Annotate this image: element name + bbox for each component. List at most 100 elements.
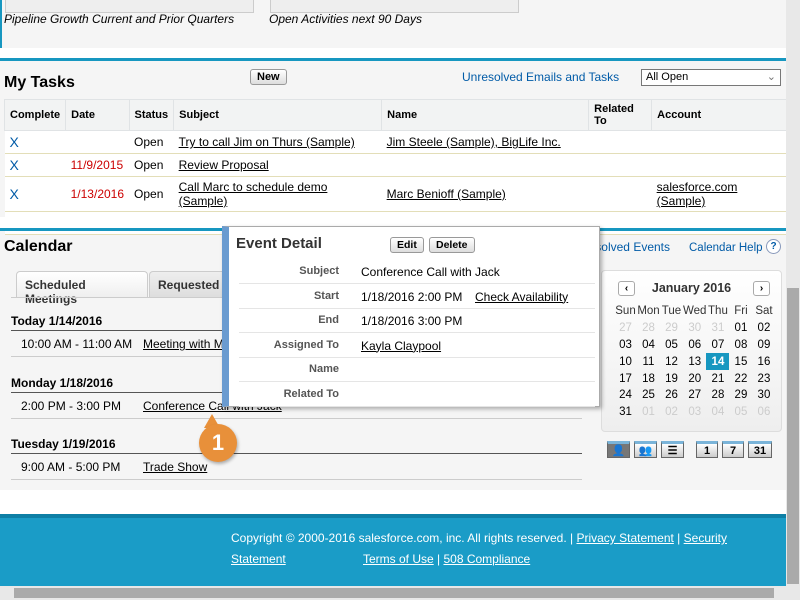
calendar-day[interactable]: 13 — [683, 353, 706, 370]
scrollbar-thumb[interactable] — [787, 288, 799, 584]
calendar-day[interactable]: 26 — [660, 387, 683, 404]
weekday-label: Fri — [734, 305, 748, 318]
single-user-view-button[interactable]: 👤 — [607, 441, 630, 458]
event-time: 2:00 PM - 3:00 PM — [21, 399, 122, 413]
event-detail-title: Event Detail — [236, 235, 322, 252]
calendar-day[interactable]: 04 — [637, 337, 660, 354]
calendar-day[interactable]: 31 — [614, 404, 637, 421]
calendar-day[interactable]: 01 — [637, 404, 660, 421]
calendar-day[interactable]: 20 — [683, 370, 706, 387]
calendar-day[interactable]: 05 — [729, 404, 752, 421]
selected-day[interactable]: 14 — [706, 353, 730, 371]
calendar-day[interactable]: 19 — [660, 370, 683, 387]
calendar-day[interactable]: 07 — [706, 337, 729, 354]
calendar-day[interactable]: 01 — [729, 320, 752, 337]
calendar-day[interactable]: 06 — [683, 337, 706, 354]
unresolved-emails-link[interactable]: Unresolved Emails and Tasks — [462, 70, 619, 84]
horizontal-scrollbar[interactable] — [0, 586, 800, 600]
calendar-day[interactable]: 10 — [614, 353, 637, 370]
column-header[interactable]: Name — [381, 99, 590, 131]
calendar-day[interactable]: 29 — [729, 387, 752, 404]
tab-requested[interactable]: Requested — [149, 271, 229, 298]
task-date — [65, 130, 130, 154]
compliance-link[interactable]: 508 Compliance — [443, 552, 530, 566]
detail-value: Conference Call with Jack — [361, 265, 500, 279]
weekday-label: Thu — [708, 305, 728, 318]
calendar-help-link[interactable]: Calendar Help — [689, 242, 763, 254]
calendar-day[interactable]: 09 — [752, 337, 775, 354]
complete-task-link[interactable]: X — [10, 186, 19, 202]
calendar-day[interactable]: 27 — [683, 387, 706, 404]
delete-button[interactable]: Delete — [429, 237, 475, 253]
calendar-day[interactable]: 05 — [660, 337, 683, 354]
week-row: 24 25 26 27 28 29 30 — [614, 387, 775, 404]
task-subject-link[interactable]: Review Proposal — [179, 158, 269, 172]
calendar-day[interactable]: 21 — [706, 370, 729, 387]
month-view-button[interactable]: 31 — [748, 441, 772, 458]
calendar-day[interactable]: 03 — [614, 337, 637, 354]
column-header[interactable]: Date — [65, 99, 130, 131]
week-view-button[interactable]: 7 — [722, 441, 744, 458]
scrollbar-thumb[interactable] — [14, 588, 774, 598]
list-view-button[interactable]: ☰ — [661, 441, 684, 458]
calendar-day[interactable]: 17 — [614, 370, 637, 387]
detail-row: Name — [239, 357, 595, 382]
detail-value[interactable]: Kayla Claypool — [361, 339, 441, 353]
calendar-day[interactable]: 22 — [729, 370, 752, 387]
column-header[interactable]: Complete — [3, 99, 67, 131]
help-icon[interactable]: ? — [766, 239, 781, 254]
calendar-day[interactable]: 04 — [706, 404, 729, 421]
calendar-day[interactable]: 31 — [706, 320, 729, 337]
next-month-button[interactable]: › — [753, 281, 770, 296]
calendar-day[interactable]: 30 — [752, 387, 775, 404]
event-subject-link[interactable]: Meeting with M — [143, 337, 224, 351]
new-task-button[interactable]: New — [250, 69, 287, 85]
multi-user-view-button[interactable]: 👥 — [634, 441, 657, 458]
calendar-day[interactable]: 06 — [752, 404, 775, 421]
task-subject-link[interactable]: Call Marc to schedule demo (Sample) — [179, 180, 328, 208]
calendar-day[interactable]: 27 — [614, 320, 637, 337]
task-name-link[interactable]: Marc Benioff (Sample) — [387, 187, 506, 201]
complete-task-link[interactable]: X — [10, 157, 19, 173]
calendar-day[interactable]: 08 — [729, 337, 752, 354]
vertical-scrollbar[interactable] — [786, 0, 800, 586]
task-name-link[interactable]: Jim Steele (Sample), BigLife Inc. — [387, 135, 561, 149]
task-filter-select[interactable]: All Open ⌄ — [641, 69, 781, 86]
column-header[interactable]: Subject — [173, 99, 383, 131]
task-account-link[interactable]: salesforce.com (Sample) — [657, 180, 738, 208]
terms-link[interactable]: Terms of Use — [363, 552, 434, 566]
calendar-day[interactable]: 28 — [706, 387, 729, 404]
calendar-day[interactable]: 16 — [752, 353, 775, 370]
column-header[interactable]: Status — [128, 99, 175, 131]
calendar-day[interactable]: 02 — [752, 320, 775, 337]
privacy-link[interactable]: Privacy Statement — [576, 531, 673, 545]
calendar-day[interactable]: 30 — [683, 320, 706, 337]
check-availability-link[interactable]: Check Availability — [475, 290, 568, 304]
edit-button[interactable]: Edit — [390, 237, 424, 253]
calendar-day[interactable]: 12 — [660, 353, 683, 370]
weekday-label: Sat — [755, 305, 773, 318]
calendar-day[interactable]: 03 — [683, 404, 706, 421]
event-subject-link[interactable]: Trade Show — [143, 460, 207, 474]
tab-scheduled-meetings[interactable]: Scheduled Meetings — [16, 271, 148, 306]
calendar-day[interactable]: 24 — [614, 387, 637, 404]
calendar-day[interactable]: 11 — [637, 353, 660, 370]
week-row: 10 11 12 13 14 15 16 — [614, 353, 775, 371]
day-view-button[interactable]: 1 — [696, 441, 718, 458]
task-subject-link[interactable]: Try to call Jim on Thurs (Sample) — [179, 135, 355, 149]
calendar-day[interactable]: 18 — [637, 370, 660, 387]
detail-row: End 1/18/2016 3:00 PM — [239, 308, 595, 333]
column-header[interactable]: Related To — [588, 99, 653, 131]
chart-caption: Pipeline Growth Current and Prior Quarte… — [4, 12, 235, 26]
complete-task-link[interactable]: X — [10, 134, 19, 150]
column-header[interactable]: Account — [651, 99, 790, 131]
calendar-day[interactable]: 25 — [637, 387, 660, 404]
calendar-day[interactable]: 02 — [660, 404, 683, 421]
calendar-day[interactable]: 23 — [752, 370, 775, 387]
event-time: 9:00 AM - 5:00 PM — [21, 460, 121, 474]
detail-row: Start 1/18/2016 2:00 PM Check Availabili… — [239, 284, 595, 309]
calendar-day[interactable]: 28 — [637, 320, 660, 337]
table-row: X Open Try to call Jim on Thurs (Sample)… — [4, 130, 790, 154]
calendar-day[interactable]: 29 — [660, 320, 683, 337]
calendar-day[interactable]: 15 — [729, 353, 752, 370]
